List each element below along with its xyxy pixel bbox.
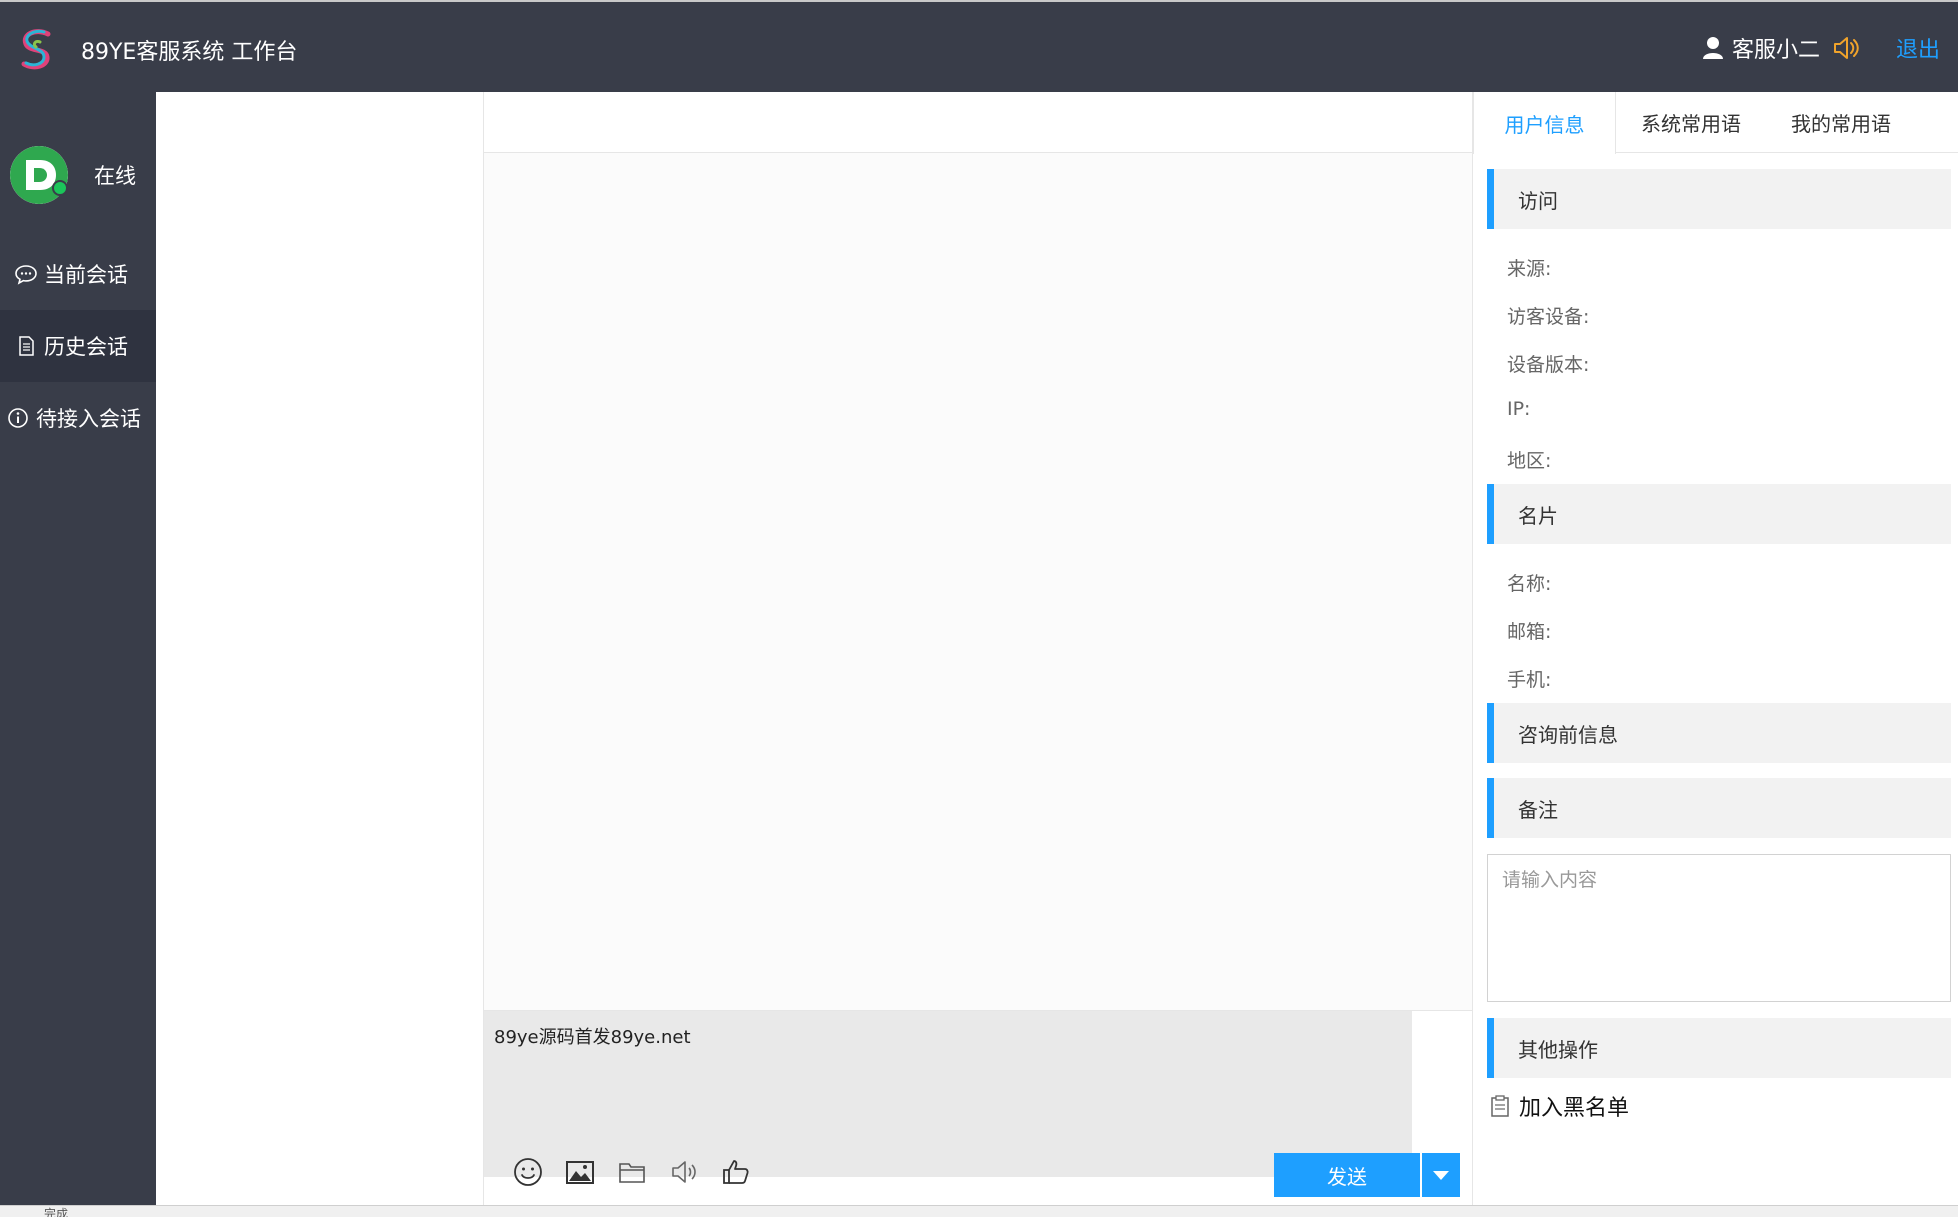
field-source: 来源: xyxy=(1507,258,1552,280)
speaker-icon[interactable] xyxy=(668,1156,700,1188)
field-device: 访客设备: xyxy=(1507,306,1590,328)
sidebar-item-label: 当前会话 xyxy=(44,263,128,287)
image-icon[interactable] xyxy=(564,1156,596,1188)
field-name: 名称: xyxy=(1507,573,1552,595)
send-button[interactable]: 发送 xyxy=(1274,1153,1420,1197)
swirl-s-logo-icon xyxy=(21,29,51,70)
section-card: 名片 xyxy=(1487,484,1951,544)
user-area: 客服小二 退出 xyxy=(1702,32,1940,64)
sidebar-item-label: 历史会话 xyxy=(44,335,128,359)
chat-toolbar xyxy=(512,1156,752,1188)
caret-down-icon xyxy=(1433,1170,1449,1180)
section-visit: 访问 xyxy=(1487,169,1951,229)
chat-bubble-icon xyxy=(15,265,37,285)
session-list xyxy=(156,92,484,1205)
message-input[interactable]: 89ye源码首发89ye.net xyxy=(484,1011,1412,1177)
add-to-blacklist-label: 加入黑名单 xyxy=(1519,1096,1630,1121)
folder-icon[interactable] xyxy=(616,1156,648,1188)
field-email: 邮箱: xyxy=(1507,621,1552,643)
tab-system-phrases[interactable]: 系统常用语 xyxy=(1616,92,1766,153)
status-text: 完成 xyxy=(44,1207,69,1217)
section-other-actions: 其他操作 xyxy=(1487,1018,1951,1078)
send-options-dropdown[interactable] xyxy=(1422,1153,1460,1197)
info-tabs: 用户信息 系统常用语 我的常用语 xyxy=(1473,92,1958,154)
sidebar-item-history-sessions[interactable]: 历史会话 xyxy=(0,310,156,382)
chat-header xyxy=(484,92,1472,153)
section-remark: 备注 xyxy=(1487,778,1951,838)
chat-input-area: 89ye源码首发89ye.net 发送 xyxy=(484,1010,1472,1205)
document-icon xyxy=(19,336,34,356)
remark-input[interactable] xyxy=(1487,854,1951,1002)
top-header: 89YE客服系统 工作台 客服小二 退出 xyxy=(0,0,1958,92)
right-panel: 用户信息 系统常用语 我的常用语 访问 来源: 访客设备: 设备版本: IP: … xyxy=(1472,92,1958,1205)
online-status-dot xyxy=(52,180,68,196)
browser-status-bar: 完成 xyxy=(0,1205,1958,1217)
sidebar: 在线 当前会话 历史会话 待接入会话 xyxy=(0,92,156,1205)
clipboard-icon xyxy=(1491,1095,1509,1117)
sidebar-item-current-sessions[interactable]: 当前会话 xyxy=(0,238,156,310)
tab-user-info[interactable]: 用户信息 xyxy=(1473,92,1616,154)
app-title: 89YE客服系统 工作台 xyxy=(81,40,298,65)
section-pre-consult: 咨询前信息 xyxy=(1487,703,1951,763)
logout-link[interactable]: 退出 xyxy=(1896,32,1940,64)
person-icon xyxy=(1702,37,1723,59)
emoji-icon[interactable] xyxy=(512,1156,544,1188)
tab-my-phrases[interactable]: 我的常用语 xyxy=(1766,92,1916,153)
speaker-icon[interactable] xyxy=(1832,35,1860,61)
thumbs-up-icon[interactable] xyxy=(720,1156,752,1188)
add-to-blacklist-button[interactable]: 加入黑名单 xyxy=(1489,1090,1629,1122)
field-phone: 手机: xyxy=(1507,669,1552,691)
field-region: 地区: xyxy=(1507,450,1552,472)
online-status-text: 在线 xyxy=(94,164,136,188)
info-icon xyxy=(8,408,28,428)
chat-messages xyxy=(484,153,1472,1010)
field-device-version: 设备版本: xyxy=(1507,354,1590,376)
user-name: 客服小二 xyxy=(1731,38,1820,63)
field-ip: IP: xyxy=(1507,398,1531,420)
sidebar-item-label: 待接入会话 xyxy=(36,407,141,431)
sidebar-item-pending-sessions[interactable]: 待接入会话 xyxy=(0,382,156,454)
